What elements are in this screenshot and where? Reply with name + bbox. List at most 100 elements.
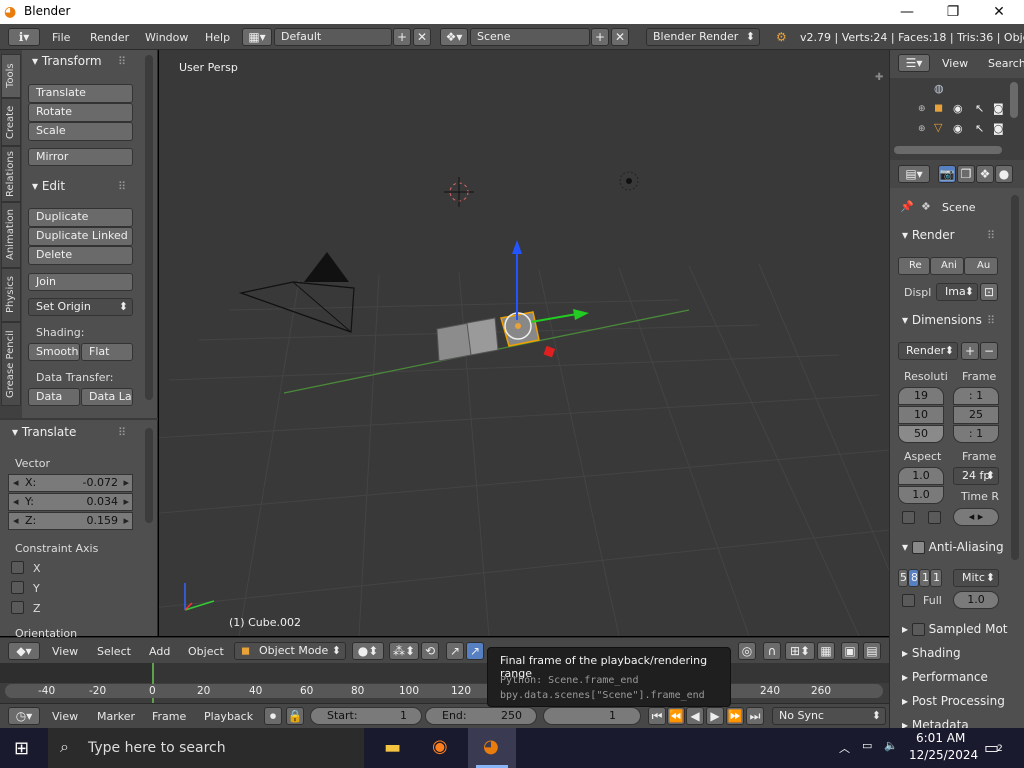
select-cursor-icon[interactable]: ↖ bbox=[975, 102, 984, 115]
pin-icon[interactable]: 📌 bbox=[900, 200, 914, 213]
translate-manipulator-icon[interactable]: ↗ bbox=[446, 642, 464, 660]
drag-handle-icon[interactable]: ⠿ bbox=[987, 229, 995, 242]
tab-physics[interactable]: Physics bbox=[1, 268, 21, 322]
drag-handle-icon[interactable]: ⠿ bbox=[987, 314, 995, 327]
crop-checkbox[interactable] bbox=[928, 511, 941, 524]
resolution-y-field[interactable]: 10 bbox=[898, 406, 944, 424]
data-button[interactable]: Data bbox=[28, 388, 80, 406]
add-preset-button[interactable]: + bbox=[961, 342, 979, 360]
sampled-motion-blur-panel[interactable]: ▸ Sampled Mot bbox=[902, 622, 1008, 636]
outliner-tree[interactable]: ◍ ⊕ ◼ ◉ ↖ ◙ ⊕ ▽ ◉ ↖ ◙ bbox=[890, 78, 1024, 160]
vector-y-field[interactable]: ◂ Y: 0.034 ▸ bbox=[8, 493, 133, 511]
tab-render-icon[interactable]: 📷 bbox=[938, 165, 956, 183]
manipulator-toggle-icon[interactable]: ⟲ bbox=[421, 642, 439, 660]
menu-frame[interactable]: Frame bbox=[152, 710, 186, 723]
flat-button[interactable]: Flat bbox=[81, 343, 133, 361]
operator-panel-header[interactable]: ▾ Translate bbox=[12, 425, 76, 439]
lock-interface-icon[interactable]: ⊡ bbox=[980, 283, 998, 301]
jump-end-icon[interactable]: ⏭ bbox=[746, 707, 764, 725]
clock-date[interactable]: 12/25/2024 bbox=[909, 748, 978, 762]
display-select[interactable]: Ima ⬍ bbox=[936, 283, 978, 301]
scene-selector-icon[interactable]: ❖▾ bbox=[440, 28, 468, 46]
translate-button[interactable]: Translate bbox=[28, 84, 133, 103]
cone-object-icon[interactable]: ▽ bbox=[934, 121, 942, 134]
menu-object[interactable]: Object bbox=[188, 645, 224, 658]
rotate-button[interactable]: Rotate bbox=[28, 103, 133, 122]
aa-filter-select[interactable]: Mitc ⬍ bbox=[953, 569, 999, 587]
join-button[interactable]: Join bbox=[28, 273, 133, 291]
full-sample-checkbox[interactable] bbox=[902, 594, 915, 607]
record-keyframe-icon[interactable]: ⏺ bbox=[264, 707, 282, 725]
expand-icon[interactable]: ⊕ bbox=[918, 124, 926, 134]
drag-handle-icon[interactable]: ⠿ bbox=[118, 426, 126, 439]
aspect-x-field[interactable]: 1.0 bbox=[898, 467, 944, 485]
file-explorer-icon[interactable]: ▬ bbox=[384, 737, 401, 758]
outliner-view-menu[interactable]: View bbox=[942, 57, 968, 70]
tool-scrollbar[interactable] bbox=[145, 55, 153, 400]
anti-aliasing-checkbox[interactable] bbox=[911, 541, 925, 554]
resolution-x-field[interactable]: 19 bbox=[898, 387, 944, 405]
play-icon[interactable]: ▶ bbox=[706, 707, 724, 725]
outliner-search-menu[interactable]: Search bbox=[988, 57, 1024, 70]
constraint-y-checkbox[interactable] bbox=[11, 581, 24, 594]
menu-help[interactable]: Help bbox=[205, 31, 230, 44]
expand-icon[interactable]: ⊕ bbox=[918, 104, 926, 114]
windows-start-icon[interactable]: ⊞ bbox=[14, 738, 29, 759]
tab-create[interactable]: Create bbox=[1, 98, 21, 146]
snap-icon[interactable]: ∩ bbox=[763, 642, 781, 660]
camera-object-icon[interactable]: ◼ bbox=[934, 101, 943, 114]
tab-scene-icon[interactable]: ❖ bbox=[976, 165, 994, 183]
layout-selector-icon[interactable]: ▦▾ bbox=[242, 28, 272, 46]
frame-rate-select[interactable]: 24 fp ⬍ bbox=[953, 467, 999, 485]
anti-aliasing-panel-header[interactable]: ▾ Anti-Aliasing bbox=[902, 540, 1004, 554]
outliner-hscrollbar[interactable] bbox=[894, 146, 1002, 154]
lock-range-icon[interactable]: 🔒 bbox=[286, 707, 304, 725]
mirror-button[interactable]: Mirror bbox=[28, 148, 133, 166]
menu-timeline-view[interactable]: View bbox=[52, 710, 78, 723]
viewport-shading-icon[interactable]: ●⬍ bbox=[352, 642, 384, 660]
mode-select[interactable]: ◼ Object Mode ⬍ bbox=[234, 642, 346, 660]
aspect-y-field[interactable]: 1.0 bbox=[898, 486, 944, 504]
time-remap-field[interactable]: ◂ ▸ bbox=[953, 508, 999, 526]
remove-preset-button[interactable]: − bbox=[980, 342, 998, 360]
chevron-up-icon[interactable]: ︿ bbox=[839, 740, 850, 756]
editor-type-info-icon[interactable]: ℹ▾ bbox=[8, 28, 40, 46]
constraint-z-checkbox[interactable] bbox=[11, 601, 24, 614]
tab-animation[interactable]: Animation bbox=[1, 202, 21, 268]
render-panel-header[interactable]: ▾ Render bbox=[902, 228, 955, 242]
layer-grid-icon[interactable]: ▦ bbox=[817, 642, 835, 660]
timeline-ruler[interactable] bbox=[5, 684, 883, 698]
filter-size-field[interactable]: 1.0 bbox=[953, 591, 999, 609]
jump-start-icon[interactable]: ⏮ bbox=[648, 707, 666, 725]
vector-x-field[interactable]: ◂ X: -0.072 ▸ bbox=[8, 474, 133, 492]
tab-world-icon[interactable]: ● bbox=[995, 165, 1013, 183]
render-audio-button[interactable]: Au bbox=[964, 257, 998, 275]
expand-properties-icon[interactable]: ✚ bbox=[875, 72, 883, 83]
clock-time[interactable]: 6:01 AM bbox=[916, 731, 965, 745]
next-keyframe-icon[interactable]: ⏩ bbox=[726, 707, 744, 725]
minimize-button[interactable]: — bbox=[884, 2, 930, 22]
menu-file[interactable]: File bbox=[52, 31, 70, 44]
post-processing-panel[interactable]: ▸ Post Processing bbox=[902, 694, 1005, 708]
tab-tools[interactable]: Tools bbox=[1, 54, 21, 98]
editor-type-timeline-icon[interactable]: ◷▾ bbox=[8, 707, 40, 725]
render-camera-icon[interactable]: ◙ bbox=[993, 122, 1004, 135]
outliner-vscrollbar[interactable] bbox=[1010, 82, 1018, 118]
properties-scrollbar[interactable] bbox=[1011, 195, 1019, 560]
add-scene-button[interactable]: + bbox=[591, 28, 609, 46]
constraint-x-checkbox[interactable] bbox=[11, 561, 24, 574]
frame-end-field[interactable]: End: 250 bbox=[425, 707, 537, 725]
render-presets-select[interactable]: Render ⬍ bbox=[898, 342, 958, 360]
vector-z-field[interactable]: ◂ Z: 0.159 ▸ bbox=[8, 512, 133, 530]
menu-select[interactable]: Select bbox=[97, 645, 131, 658]
aa-samples-8[interactable]: 8 bbox=[908, 569, 919, 587]
operator-scrollbar[interactable] bbox=[145, 428, 153, 523]
render-engine-select[interactable]: Blender Render ⬍ bbox=[646, 28, 760, 46]
scene-field[interactable]: Scene bbox=[470, 28, 590, 46]
timeline-area[interactable]: -40 -20 0 20 40 60 80 100 120 240 260 bbox=[0, 663, 889, 703]
prev-keyframe-icon[interactable]: ⏪ bbox=[667, 707, 685, 725]
border-checkbox[interactable] bbox=[902, 511, 915, 524]
render-animation-button[interactable]: Ani bbox=[930, 257, 964, 275]
remove-layout-button[interactable]: ✕ bbox=[413, 28, 431, 46]
dimensions-panel-header[interactable]: ▾ Dimensions bbox=[902, 313, 982, 327]
